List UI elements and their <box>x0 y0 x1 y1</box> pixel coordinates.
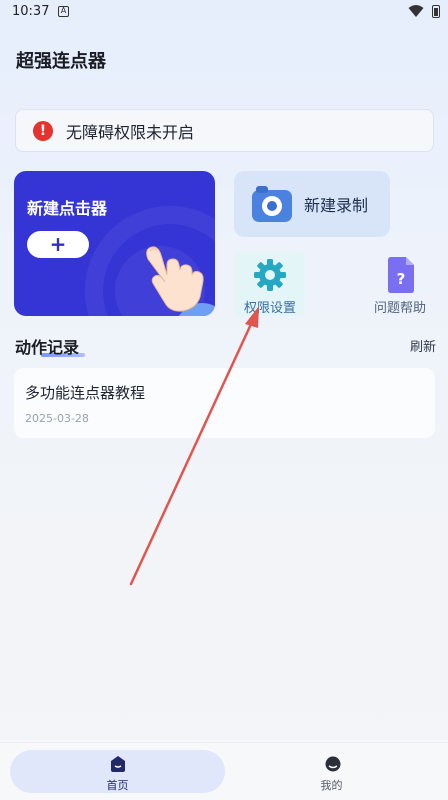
profile-icon <box>325 756 341 772</box>
alert-text: 无障碍权限未开启 <box>66 122 195 142</box>
svg-text:?: ? <box>397 270 406 288</box>
nav-home-tab[interactable]: 首页 <box>10 750 225 793</box>
action-records-title: 动作记录 <box>15 338 80 357</box>
camera-icon <box>252 186 292 222</box>
alert-icon: ! <box>33 120 53 141</box>
help-document-icon: ? <box>388 257 414 293</box>
app-title: 超强连点器 <box>16 51 106 72</box>
nav-home-label: 首页 <box>106 779 129 792</box>
status-bar: 10:37 A <box>0 0 448 24</box>
help-button[interactable]: ? 问题帮助 <box>366 252 434 316</box>
status-time: 10:37 <box>12 4 50 19</box>
help-label: 问题帮助 <box>373 301 426 316</box>
permission-settings-label: 权限设置 <box>243 301 296 316</box>
nav-profile-tab[interactable]: 我的 <box>224 750 439 793</box>
new-recording-card[interactable]: 新建录制 <box>234 171 390 237</box>
accessibility-alert-banner[interactable]: ! 无障碍权限未开启 <box>15 109 434 152</box>
notification-icon: A <box>58 6 69 17</box>
list-item[interactable]: 多功能连点器教程 2025-03-28 <box>14 368 435 438</box>
new-clicker-title: 新建点击器 <box>27 199 108 218</box>
record-date: 2025-03-28 <box>25 412 89 425</box>
gear-icon <box>254 259 286 291</box>
new-clicker-card[interactable]: 新建点击器 + <box>14 171 215 316</box>
nav-profile-label: 我的 <box>320 779 343 792</box>
record-title: 多功能连点器教程 <box>25 384 146 402</box>
battery-icon <box>432 5 440 18</box>
bottom-nav: 首页 我的 <box>0 742 448 800</box>
wifi-icon <box>408 5 424 17</box>
refresh-button[interactable]: 刷新 <box>410 336 436 355</box>
home-icon <box>111 756 125 772</box>
hand-tap-icon <box>146 246 215 316</box>
add-clicker-button[interactable]: + <box>27 231 89 258</box>
action-records-header: 动作记录 刷新 <box>15 334 436 358</box>
permission-settings-button[interactable]: 权限设置 <box>234 252 306 316</box>
new-recording-label: 新建录制 <box>304 196 369 215</box>
